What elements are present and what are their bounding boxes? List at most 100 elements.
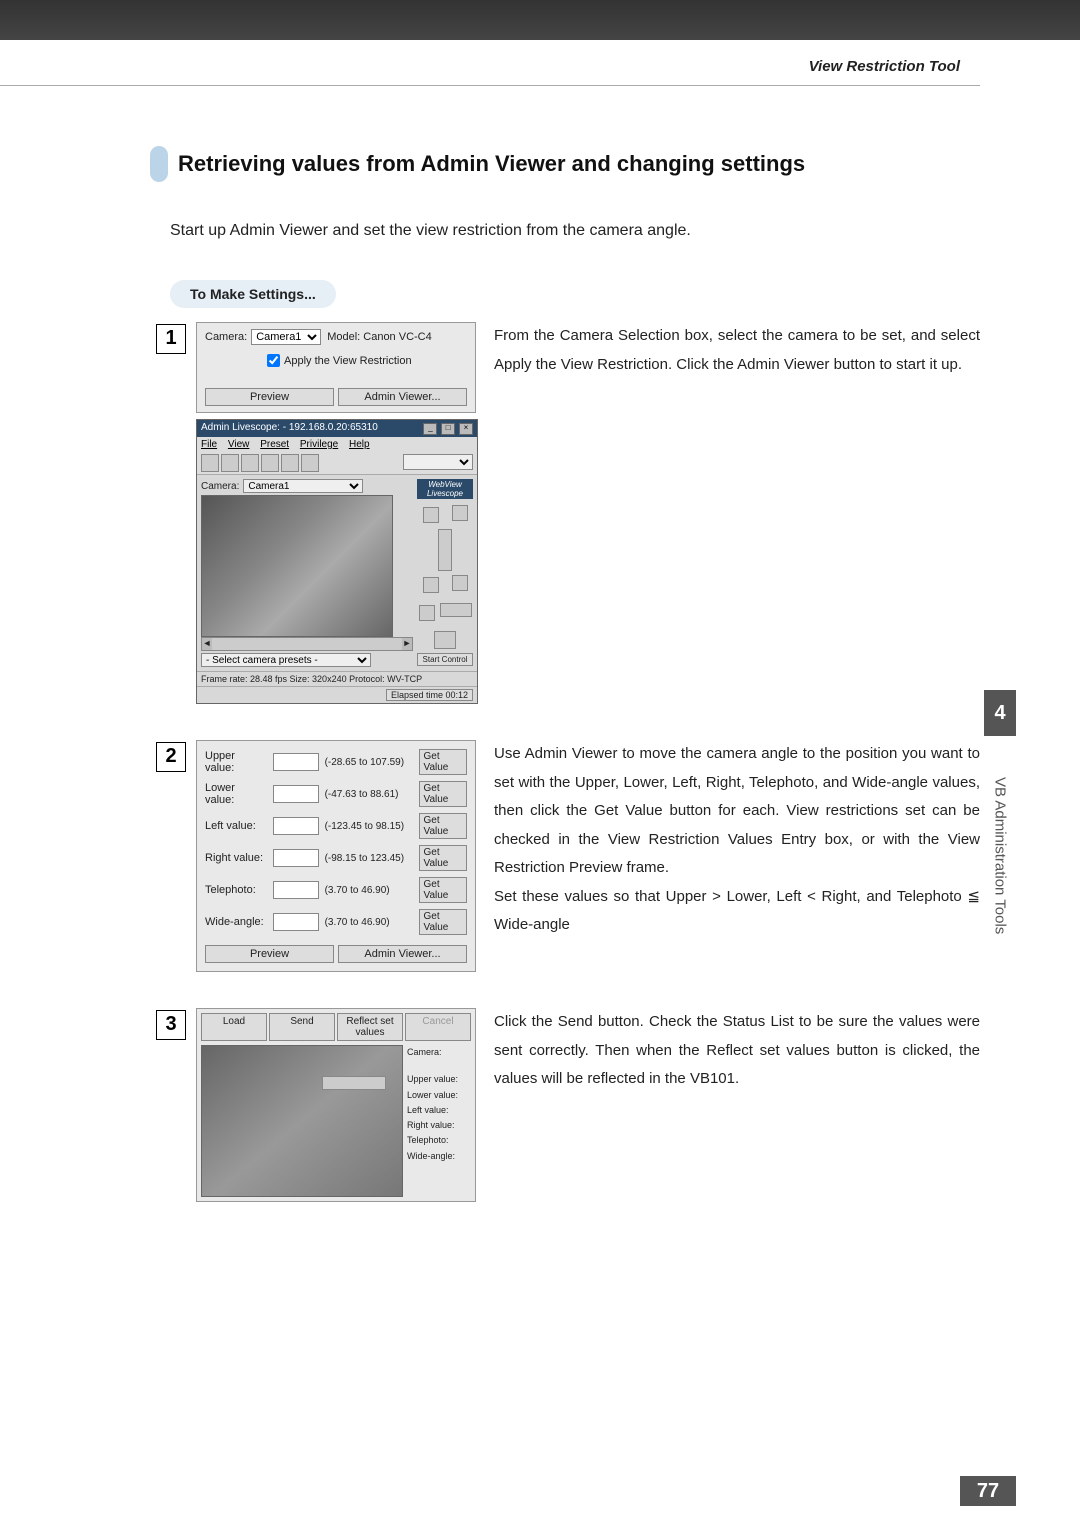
section-bullet [150, 146, 168, 182]
reflect-panel: Load Send Reflect set values Cancel Came… [196, 1008, 476, 1202]
get-value-button-telephoto[interactable]: Get Value [419, 877, 467, 903]
get-value-button-left[interactable]: Get Value [419, 813, 467, 839]
tilt-slider[interactable] [438, 529, 452, 571]
zoom-button[interactable] [423, 577, 439, 593]
left-value-range: (-123.45 to 98.15) [325, 821, 413, 832]
section-title: Retrieving values from Admin Viewer and … [178, 151, 805, 177]
get-value-button-lower[interactable]: Get Value [419, 781, 467, 807]
telephoto-input[interactable] [273, 881, 319, 899]
preview-select-overlay[interactable] [322, 1076, 386, 1090]
toolbar-button-1[interactable] [201, 454, 219, 472]
apply-view-restriction-checkbox[interactable] [267, 354, 280, 367]
tool-name-header: View Restriction Tool [0, 40, 1080, 75]
toolbar-button-4[interactable] [261, 454, 279, 472]
close-icon[interactable]: × [459, 423, 473, 435]
side-lower-label: Lower value: [407, 1088, 471, 1103]
right-value-range: (-98.15 to 123.45) [325, 853, 413, 864]
get-value-button-right[interactable]: Get Value [419, 845, 467, 871]
lower-value-label: Lower value: [205, 782, 267, 806]
maximize-icon[interactable]: □ [441, 423, 455, 435]
livescope-camera-label: Camera: [201, 481, 239, 492]
window-title: Admin Livescope: - 192.168.0.20:65310 [201, 422, 378, 435]
pan-scrollbar[interactable]: ◄ ► [201, 637, 413, 651]
get-value-button-upper[interactable]: Get Value [419, 749, 467, 775]
chapter-title-vertical: VB Administration Tools [992, 746, 1009, 966]
snapshot-icon[interactable] [434, 631, 456, 649]
menu-view[interactable]: View [228, 439, 250, 450]
toolbar-select[interactable] [403, 454, 473, 470]
camera-label: Camera: [205, 331, 247, 343]
values-panel: Upper value: (-28.65 to 107.59) Get Valu… [196, 740, 476, 972]
step3-description: Click the Send button. Check the Status … [494, 1008, 980, 1094]
wideangle-label: Wide-angle: [205, 916, 267, 928]
toolbar-button-3[interactable] [241, 454, 259, 472]
step-number-3: 3 [156, 1010, 186, 1040]
left-value-input[interactable] [273, 817, 319, 835]
wideangle-range: (3.70 to 46.90) [325, 917, 413, 928]
reflect-set-values-button[interactable]: Reflect set values [337, 1013, 403, 1041]
menu-privilege[interactable]: Privilege [300, 439, 338, 450]
start-control-button[interactable]: Start Control [417, 653, 473, 666]
step2-description: Use Admin Viewer to move the camera angl… [494, 745, 980, 876]
scroll-right-icon[interactable]: ► [402, 638, 412, 650]
restriction-preview [201, 1045, 403, 1197]
video-preview [201, 495, 393, 637]
window-titlebar: Admin Livescope: - 192.168.0.20:65310 _ … [197, 420, 477, 437]
scroll-left-icon[interactable]: ◄ [202, 638, 212, 650]
side-upper-label: Upper value: [407, 1072, 471, 1087]
preview-button-2[interactable]: Preview [205, 945, 334, 963]
lower-value-input[interactable] [273, 785, 319, 803]
cancel-button: Cancel [405, 1013, 471, 1041]
preview-button[interactable]: Preview [205, 388, 334, 406]
telephoto-label: Telephoto: [205, 884, 267, 896]
page-number: 77 [960, 1476, 1016, 1506]
zoom-slider[interactable] [440, 603, 472, 617]
toolbar-button-6[interactable] [301, 454, 319, 472]
camera-selection-panel: Camera: Camera1 Model: Canon VC-C4 Apply… [196, 322, 476, 413]
status-bar: Frame rate: 28.48 fps Size: 320x240 Prot… [197, 671, 477, 686]
menu-file[interactable]: File [201, 439, 217, 450]
toolbar [197, 452, 477, 475]
load-button[interactable]: Load [201, 1013, 267, 1041]
step-number-1: 1 [156, 324, 186, 354]
apply-view-restriction-label: Apply the View Restriction [284, 355, 412, 367]
admin-viewer-button-2[interactable]: Admin Viewer... [338, 945, 467, 963]
status-text: Frame rate: 28.48 fps Size: 320x240 Prot… [201, 674, 422, 684]
send-button[interactable]: Send [269, 1013, 335, 1041]
control-button[interactable] [419, 605, 435, 621]
chapter-number-tab: 4 [984, 690, 1016, 736]
telephoto-range: (3.70 to 46.90) [325, 885, 413, 896]
lower-value-range: (-47.63 to 88.61) [325, 789, 413, 800]
livescope-camera-select[interactable]: Camera1 [243, 479, 363, 493]
right-value-input[interactable] [273, 849, 319, 867]
right-value-label: Right value: [205, 852, 267, 864]
toolbar-button-5[interactable] [281, 454, 299, 472]
side-telephoto-label: Telephoto: [407, 1133, 471, 1148]
side-camera-label: Camera: [407, 1045, 471, 1060]
step1-description: From the Camera Selection box, select th… [494, 322, 980, 379]
admin-livescope-window: Admin Livescope: - 192.168.0.20:65310 _ … [196, 419, 478, 704]
upper-value-input[interactable] [273, 753, 319, 771]
get-value-button-wideangle[interactable]: Get Value [419, 909, 467, 935]
minimize-icon[interactable]: _ [423, 423, 437, 435]
side-left-label: Left value: [407, 1103, 471, 1118]
wideangle-input[interactable] [273, 913, 319, 931]
upper-value-range: (-28.65 to 107.59) [325, 757, 413, 768]
left-value-label: Left value: [205, 820, 267, 832]
step2-description-2: Set these values so that Upper > Lower, … [494, 888, 980, 934]
elapsed-time: Elapsed time 00:12 [386, 689, 473, 701]
preset-select[interactable]: - Select camera presets - [201, 653, 371, 667]
menu-preset[interactable]: Preset [260, 439, 289, 450]
step-number-2: 2 [156, 742, 186, 772]
admin-viewer-button[interactable]: Admin Viewer... [338, 388, 467, 406]
backlight-button[interactable] [423, 507, 439, 523]
camera-select[interactable]: Camera1 [251, 329, 321, 345]
tilt-down-button[interactable] [452, 575, 468, 591]
subhead-pill: To Make Settings... [170, 280, 336, 308]
menubar: File View Preset Privilege Help [197, 437, 477, 452]
brand-label: WebView Livescope [417, 479, 473, 499]
side-wide-label: Wide-angle: [407, 1149, 471, 1164]
menu-help[interactable]: Help [349, 439, 370, 450]
tilt-up-button[interactable] [452, 505, 468, 521]
toolbar-button-2[interactable] [221, 454, 239, 472]
